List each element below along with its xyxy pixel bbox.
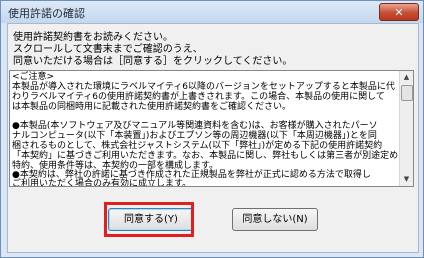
- dialog-body: 使用許諾契約書をお読みください。 スクロールして文書末までご確認のうえ、 同意い…: [7, 23, 419, 253]
- close-icon: ✕: [394, 6, 404, 19]
- agreement-line: ご利用いただく場合のみ有効に成立します。: [12, 179, 192, 187]
- highlight-annotation: [104, 202, 194, 237]
- scroll-up-icon[interactable]: ▲: [400, 71, 413, 84]
- agreement-line: 「本契約」に基づきご利用いただきます。なお、本製品に関し、弊社もしくは第三者が別…: [12, 151, 408, 161]
- agreement-line: ●本製品(本ソフトウェア及びマニュアル等関連資料を含む)は、お客様が購入されたパ…: [12, 121, 378, 131]
- agreement-line: ナルコンピュータ(以下「本装置」)およびエプソン等の周辺機器(以下「本周辺機器」…: [12, 131, 377, 141]
- agreement-line: 本製品が導入された環境にラベルマイティ6以降のバージョンをセットアップすると本製…: [12, 82, 395, 92]
- vertical-scrollbar[interactable]: ▲ ▼: [399, 71, 413, 186]
- agreement-line: <ご注意>: [12, 72, 55, 82]
- close-button[interactable]: ✕: [379, 3, 419, 21]
- scroll-down-icon[interactable]: ▼: [400, 173, 413, 186]
- agreement-line: わりラベルマイティ6の使用許諾契約書が上書きされます。この場合、本製品の使用に関…: [12, 92, 385, 102]
- disagree-button[interactable]: 同意しない(N): [232, 208, 318, 231]
- scroll-thumb[interactable]: [401, 85, 413, 101]
- instruction-line-3: 同意いただける場合は［同意する］をクリックしてください。: [13, 56, 293, 67]
- dialog-title: 使用許諾の確認: [8, 7, 85, 20]
- title-bar[interactable]: 使用許諾の確認 ✕: [1, 1, 423, 23]
- agreement-textbox[interactable]: <ご注意> 本製品が導入された環境にラベルマイティ6以降のバージョンをセットアッ…: [9, 70, 414, 187]
- agreement-line: 梱されるものとして、株式会社ジャストシステム(以下「弊社」)が定める下記の使用許…: [12, 141, 383, 151]
- agreement-line: は本製品の同梱時用に記載された使用許諾契約書をご確認ください。: [12, 102, 292, 112]
- license-dialog: 使用許諾の確認 ✕ 使用許諾契約書をお読みください。 スクロールして文書末までご…: [0, 0, 424, 258]
